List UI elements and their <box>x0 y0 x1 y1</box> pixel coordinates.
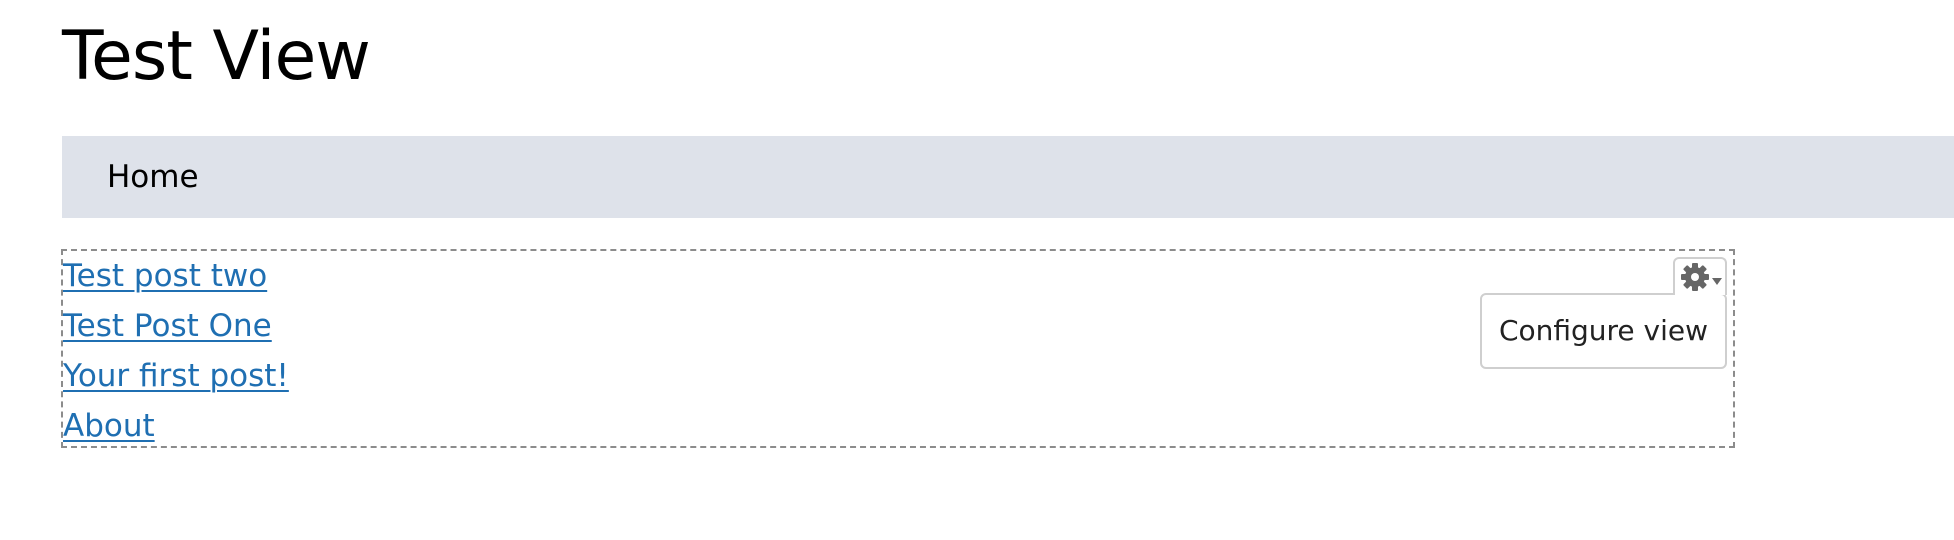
contextual-links-menu: Configure view <box>1480 293 1727 369</box>
list-item: Your first post! <box>63 351 289 401</box>
list-item: Test Post One <box>63 301 289 351</box>
list-item: Test post two <box>63 251 289 301</box>
view-container: Test post two Test Post One Your first p… <box>61 249 1735 448</box>
gear-icon <box>1681 263 1722 291</box>
contextual-links-trigger-button[interactable] <box>1673 257 1727 295</box>
main-navigation: Home <box>62 136 1954 218</box>
list-item: About <box>63 401 289 451</box>
chevron-down-icon <box>1712 278 1722 285</box>
post-link-test-post-one[interactable]: Test Post One <box>63 308 272 344</box>
post-link-about[interactable]: About <box>63 408 155 444</box>
post-link-your-first-post[interactable]: Your first post! <box>63 358 289 394</box>
post-list: Test post two Test Post One Your first p… <box>63 251 289 451</box>
page-title: Test View <box>62 17 371 96</box>
configure-view-menu-item[interactable]: Configure view <box>1482 295 1725 367</box>
post-link-test-post-two[interactable]: Test post two <box>63 258 267 294</box>
nav-link-home[interactable]: Home <box>107 136 199 218</box>
